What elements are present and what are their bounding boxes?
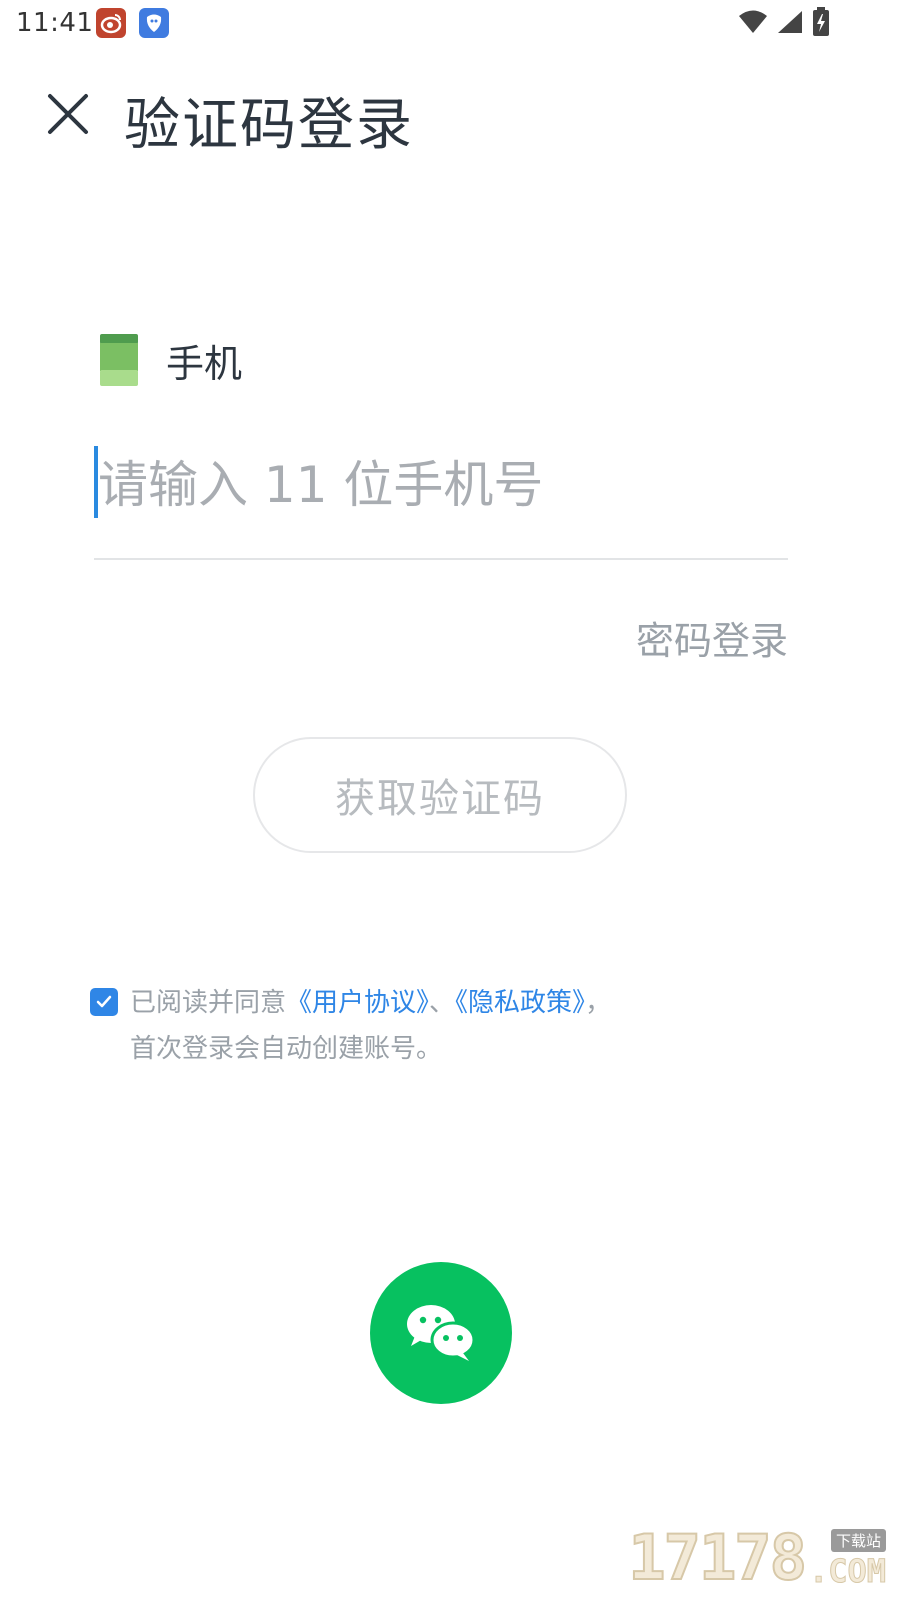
close-icon[interactable] <box>42 88 94 140</box>
wechat-icon <box>407 1305 476 1361</box>
cell-signal-icon <box>776 9 804 39</box>
wechat-login-button[interactable] <box>370 1262 512 1404</box>
watermark: 17178 下载站 .COM <box>627 1520 887 1595</box>
agreement-suffix: ， <box>585 988 612 1018</box>
phone-icon <box>100 334 138 386</box>
battery-charging-icon <box>812 7 830 41</box>
weibo-icon <box>96 8 126 38</box>
agreement-separator: 、 <box>429 988 456 1018</box>
status-bar: 11:41 <box>0 0 900 48</box>
agreement-checkbox[interactable] <box>90 988 118 1016</box>
get-code-button[interactable]: 获取验证码 <box>253 737 627 853</box>
agreement-note: 首次登录会自动创建账号。 <box>130 1034 443 1064</box>
watermark-number: 17178 <box>627 1520 808 1595</box>
user-agreement-link[interactable]: 《用户协议》 <box>286 988 429 1018</box>
phone-label-row: 手机 <box>100 330 242 390</box>
password-login-link[interactable]: 密码登录 <box>636 610 788 665</box>
agreement-text: 已阅读并同意《用户协议》、《隐私政策》， 首次登录会自动创建账号。 <box>130 980 810 1072</box>
watermark-side: 下载站 .COM <box>808 1529 887 1591</box>
status-indicators <box>738 7 830 41</box>
text-caret <box>94 446 98 518</box>
bird-app-icon <box>139 8 169 38</box>
wifi-icon <box>738 9 768 39</box>
header: 验证码登录 <box>0 70 900 160</box>
checkmark-icon <box>96 995 112 1008</box>
phone-label: 手机 <box>166 341 243 386</box>
status-time: 11:41 <box>16 8 94 38</box>
watermark-domain: .COM <box>808 1552 886 1591</box>
phone-input[interactable] <box>94 440 792 530</box>
privacy-policy-link[interactable]: 《隐私政策》 <box>455 988 585 1018</box>
page-title: 验证码登录 <box>124 93 414 158</box>
phone-input-container <box>94 440 792 560</box>
watermark-site: 下载站 <box>830 1529 886 1552</box>
agreement-prefix: 已阅读并同意 <box>130 988 287 1018</box>
